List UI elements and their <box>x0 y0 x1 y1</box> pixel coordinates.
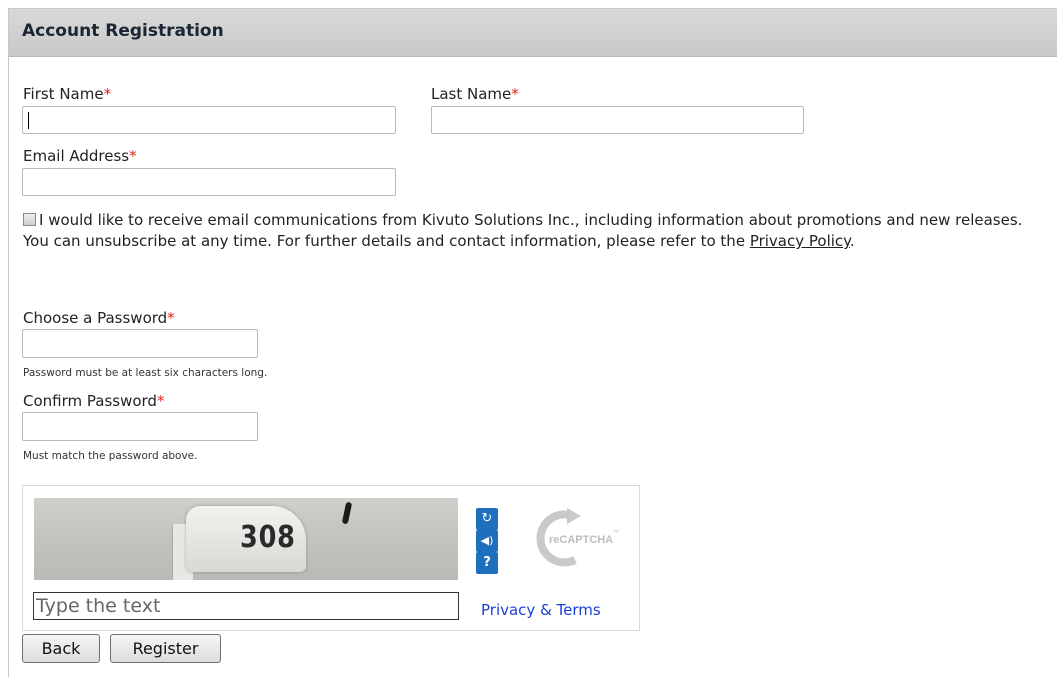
panel-header: Account Registration <box>9 9 1057 57</box>
first-name-label: First Name* <box>23 85 112 103</box>
text-caret <box>28 112 29 129</box>
mailbox-shape: 308 <box>186 506 306 572</box>
register-button[interactable]: Register <box>110 634 221 663</box>
refresh-icon[interactable]: ↻ <box>476 508 498 530</box>
mailbox-flag <box>341 501 353 525</box>
email-label: Email Address* <box>23 147 137 165</box>
last-name-label: Last Name* <box>431 85 519 103</box>
password-label: Choose a Password* <box>23 309 175 327</box>
recaptcha-arrow <box>567 508 581 524</box>
unsubscribe-text: You can unsubscribe at any time. For fur… <box>23 232 750 250</box>
recaptcha-logo-text: reCAPTCHA <box>549 534 613 546</box>
confirm-password-label: Confirm Password* <box>23 392 165 410</box>
last-name-input[interactable] <box>431 106 804 134</box>
email-input[interactable] <box>22 168 396 196</box>
captcha-image: 308 <box>34 498 458 580</box>
required-marker: * <box>156 392 165 410</box>
required-marker: * <box>129 147 137 165</box>
consent-text: I would like to receive email communicat… <box>39 211 1023 229</box>
consent-block: I would like to receive email communicat… <box>23 211 1023 250</box>
confirm-password-input[interactable] <box>22 412 258 441</box>
consent-checkbox[interactable] <box>23 213 36 226</box>
first-name-input[interactable] <box>22 106 396 134</box>
required-marker: * <box>167 309 175 327</box>
help-icon[interactable]: ? <box>476 552 498 574</box>
required-marker: * <box>103 85 112 103</box>
back-button[interactable]: Back <box>22 634 100 663</box>
recaptcha-tm: ™ <box>613 529 619 536</box>
required-marker: * <box>511 85 519 103</box>
confirm-password-hint: Must match the password above. <box>23 450 198 462</box>
password-hint: Password must be at least six characters… <box>23 367 268 379</box>
privacy-policy-link[interactable]: Privacy Policy <box>750 232 850 250</box>
privacy-terms-link[interactable]: Privacy & Terms <box>481 601 601 619</box>
recaptcha-widget: 308 ↻ ◀) ? reCAPTCHA ™ Privacy & Terms <box>22 485 640 631</box>
password-input[interactable] <box>22 329 258 358</box>
page-title: Account Registration <box>22 21 224 41</box>
audio-icon[interactable]: ◀) <box>476 530 498 552</box>
captcha-input[interactable] <box>33 592 459 620</box>
recaptcha-logo: reCAPTCHA ™ <box>536 508 619 567</box>
captcha-image-text: 308 <box>240 520 296 555</box>
